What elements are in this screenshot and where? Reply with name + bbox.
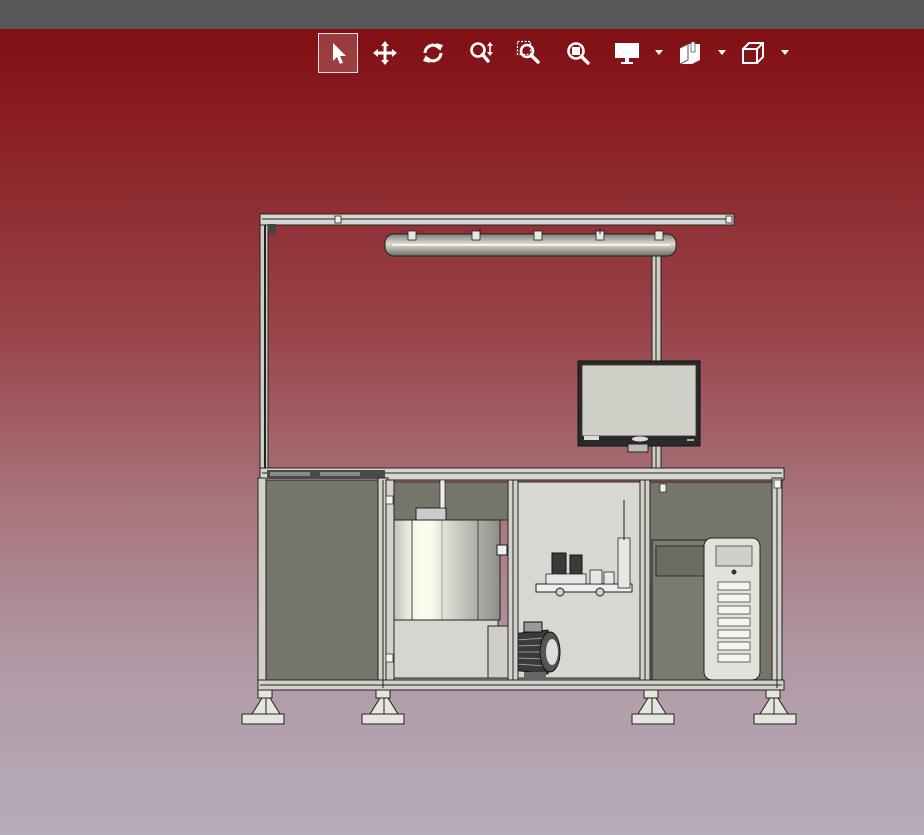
table-top: [259, 467, 785, 481]
overhead-light: [384, 228, 677, 257]
leveling-feet: [241, 689, 797, 725]
workstation-model[interactable]: [0, 29, 924, 835]
window-title-bar: [0, 0, 924, 29]
pc-tower: [651, 537, 761, 681]
3d-viewport[interactable]: [0, 29, 924, 835]
monitor: [577, 360, 701, 453]
